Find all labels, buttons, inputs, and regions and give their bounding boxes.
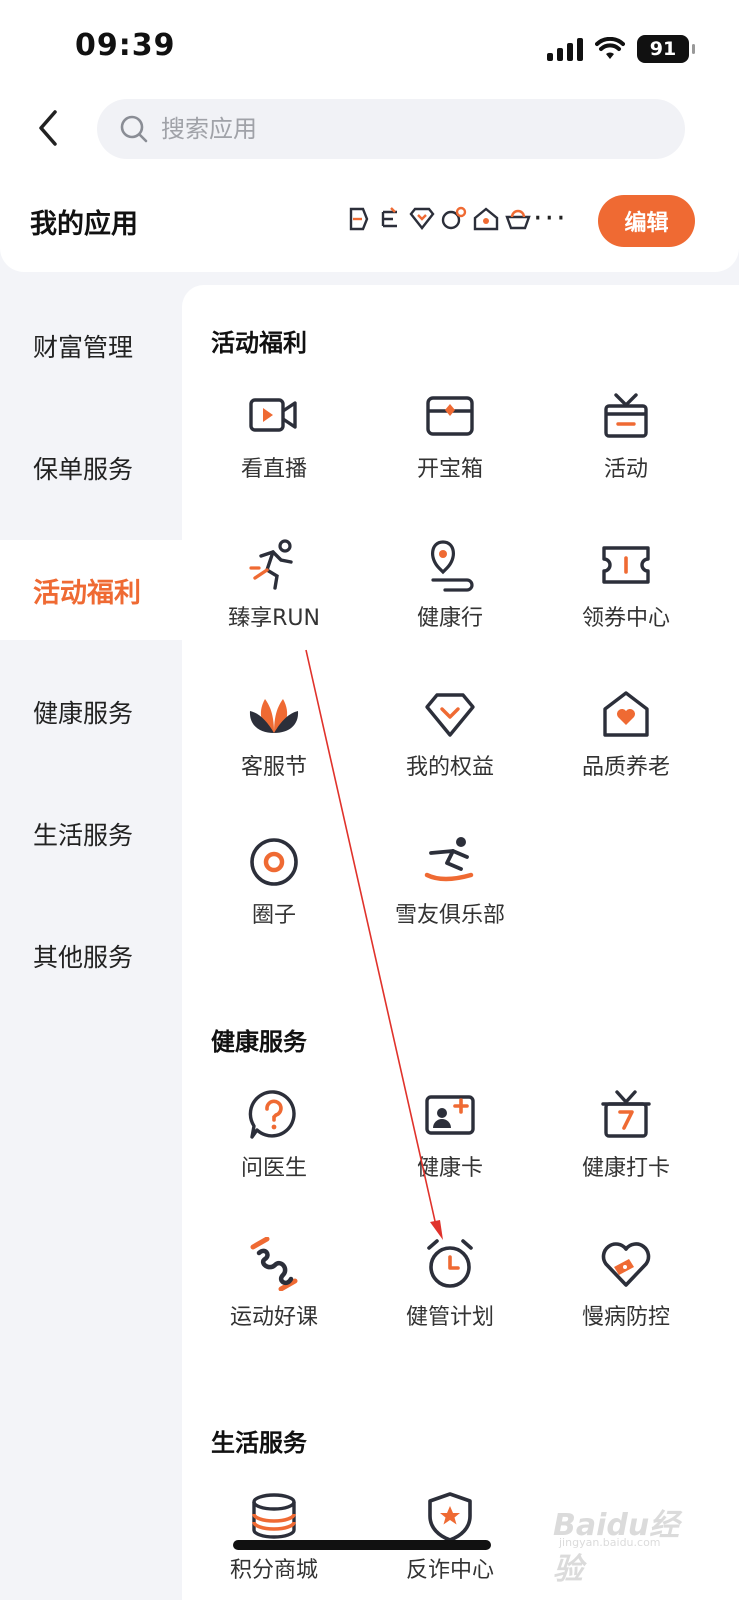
question-bubble-icon: [248, 1090, 296, 1139]
rights-shortcut-icon[interactable]: [407, 204, 437, 234]
location-path-icon: [431, 540, 474, 592]
app-grid-panel: 活动福利 看直播 开宝箱 活动 臻享RUN 健康行 领券中心 客服节 我的权益 …: [182, 285, 739, 1600]
shield-star-icon: [428, 1492, 472, 1542]
app-label: 活动: [603, 457, 648, 482]
section-title-activity: 活动福利: [211, 329, 307, 357]
home-heart-icon: [603, 691, 649, 737]
app-item[interactable]: 品质养老: [538, 687, 714, 781]
app-label: 圈子: [251, 903, 296, 928]
app-label: 看直播: [240, 457, 307, 482]
sidebar-item-wealth[interactable]: 财富管理: [0, 285, 180, 407]
app-label: 品质养老: [581, 755, 670, 780]
lotus-icon: [249, 699, 299, 733]
app-label: 问医生: [240, 1156, 307, 1181]
app-item[interactable]: 领券中心: [538, 538, 714, 632]
app-item[interactable]: 健康卡: [362, 1088, 538, 1182]
app-item[interactable]: 雪友俱乐部: [362, 835, 538, 929]
dumbbell-icon: [250, 1237, 298, 1291]
status-time: 09:39: [75, 28, 176, 63]
app-item[interactable]: 健康打卡: [538, 1088, 714, 1182]
app-label: 运动好课: [229, 1305, 318, 1330]
sidebar-item-other[interactable]: 其他服务: [0, 895, 180, 1017]
search-bar[interactable]: [97, 99, 685, 159]
my-apps-shortcuts[interactable]: [343, 204, 533, 234]
app-item[interactable]: 积分商城: [186, 1490, 362, 1584]
app-label: 我的权益: [405, 755, 494, 780]
search-icon: [120, 115, 148, 143]
app-label: 健管计划: [405, 1305, 494, 1330]
app-label: 健康卡: [416, 1156, 483, 1181]
app-label: 积分商城: [229, 1558, 318, 1583]
sidebar-item-policy[interactable]: 保单服务: [0, 407, 180, 529]
app-item[interactable]: 看直播: [186, 389, 362, 483]
edit-button[interactable]: 编辑: [598, 195, 695, 247]
live-video-icon: [249, 398, 297, 432]
elder-care-shortcut-icon[interactable]: [471, 204, 501, 234]
runner-icon: [249, 539, 293, 590]
sidebar-item-activity[interactable]: 活动福利: [0, 540, 210, 640]
gift-box-icon: [604, 393, 648, 438]
app-label: 健康打卡: [581, 1156, 670, 1181]
diamond-icon: [425, 693, 475, 737]
sidebar-item-health[interactable]: 健康服务: [0, 651, 180, 773]
health-card-icon: [425, 1095, 475, 1135]
policy-shortcut-icon[interactable]: [375, 204, 405, 234]
treasure-box-icon: [426, 396, 474, 436]
calendar-gift-icon: [601, 1090, 651, 1138]
baidu-watermark: Baidu经验 jingyan.baidu.com: [553, 1500, 693, 1587]
cellular-signal-icon: [547, 37, 583, 61]
app-label: 雪友俱乐部: [394, 903, 505, 928]
app-item[interactable]: 健康行: [362, 538, 538, 632]
app-item[interactable]: 圈子: [186, 835, 362, 929]
battery-icon: 91: [637, 35, 695, 63]
section-title-health: 健康服务: [211, 1028, 307, 1056]
app-label: 客服节: [240, 755, 307, 780]
app-label: 健康行: [416, 606, 483, 631]
app-item[interactable]: 慢病防控: [538, 1237, 714, 1331]
status-icons: 91: [547, 34, 695, 64]
heart-bandage-icon: [601, 1242, 651, 1287]
wealth-shortcut-icon[interactable]: [343, 204, 373, 234]
snowboarder-icon: [424, 837, 474, 882]
app-item[interactable]: 健管计划: [362, 1237, 538, 1331]
treasure-shortcut-icon[interactable]: [503, 204, 533, 234]
app-item[interactable]: 臻享RUN: [186, 538, 362, 632]
chevron-left-icon: [39, 110, 57, 146]
app-label: 臻享RUN: [228, 606, 320, 631]
watermark-sub: jingyan.baidu.com: [559, 1536, 661, 1549]
app-item[interactable]: 运动好课: [186, 1237, 362, 1331]
app-item[interactable]: 反诈中心: [362, 1490, 538, 1584]
app-center-page: 09:39 91 我的应用: [0, 0, 739, 1600]
app-label: 反诈中心: [405, 1558, 494, 1583]
app-label: 慢病防控: [581, 1305, 670, 1330]
coupon-icon: [602, 546, 650, 584]
category-sidebar: 财富管理 保单服务 活动福利 健康服务 生活服务 其他服务: [0, 285, 210, 1017]
app-item[interactable]: 问医生: [186, 1088, 362, 1182]
app-label: 领券中心: [581, 606, 670, 631]
app-item[interactable]: 我的权益: [362, 687, 538, 781]
search-input[interactable]: [161, 115, 641, 143]
sidebar-item-life[interactable]: 生活服务: [0, 773, 180, 895]
app-item[interactable]: 客服节: [186, 687, 362, 781]
header-area: 09:39 91 我的应用: [0, 0, 739, 272]
my-apps-title: 我的应用: [30, 209, 138, 240]
app-item[interactable]: 开宝箱: [362, 389, 538, 483]
live-shortcut-icon[interactable]: [439, 204, 469, 234]
more-icon[interactable]: ···: [533, 204, 568, 234]
wifi-icon: [595, 37, 625, 59]
app-item[interactable]: 活动: [538, 389, 714, 483]
alarm-clock-icon: [427, 1239, 473, 1288]
coin-stack-icon: [252, 1493, 296, 1539]
circle-target-icon: [250, 838, 298, 886]
app-label: 开宝箱: [416, 457, 483, 482]
home-indicator[interactable]: [233, 1540, 491, 1550]
section-title-life: 生活服务: [211, 1429, 307, 1457]
back-button[interactable]: [28, 104, 68, 152]
